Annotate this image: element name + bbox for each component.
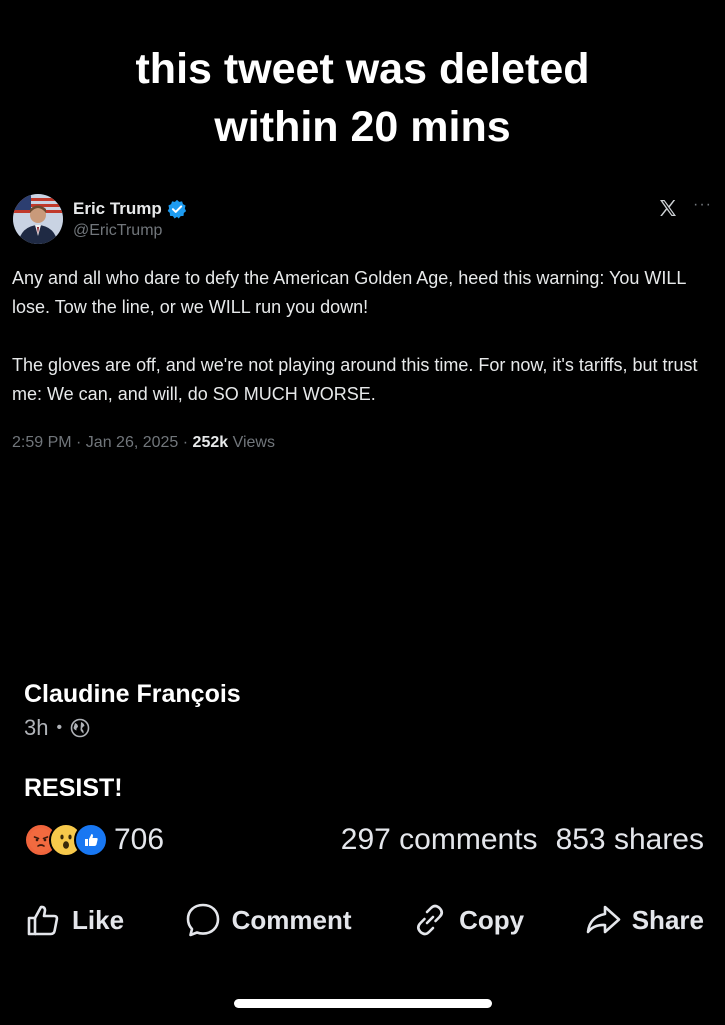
tweet-views-count: 252k bbox=[192, 434, 229, 451]
post-time[interactable]: 3h bbox=[24, 715, 48, 741]
caption-line-2: within 20 mins bbox=[214, 103, 511, 151]
comments-count[interactable]: 297 comments bbox=[341, 823, 538, 857]
tweet-paragraph-2: The gloves are off, and we're not playin… bbox=[12, 355, 698, 404]
thumbs-up-icon bbox=[27, 905, 59, 936]
like-label: Like bbox=[72, 904, 125, 935]
tweet-name-row: Eric Trump bbox=[73, 198, 187, 220]
comment-label: Comment bbox=[231, 904, 352, 935]
tweet-header: Eric Trump @EricTrump ··· bbox=[12, 192, 712, 250]
video-caption: this tweet was deleted within 20 mins bbox=[0, 40, 725, 156]
like-reaction-icon bbox=[74, 823, 108, 857]
tweet-timestamp: 2:59 PM · Jan 26, 2025 · bbox=[12, 434, 193, 451]
tweet-body: Any and all who dare to defy the America… bbox=[12, 264, 712, 409]
home-indicator[interactable] bbox=[234, 999, 492, 1008]
comment-bubble-icon bbox=[186, 903, 219, 937]
share-label: Share bbox=[631, 904, 704, 935]
tweet-handle: @EricTrump bbox=[73, 222, 163, 239]
avatar bbox=[13, 194, 63, 244]
globe-icon bbox=[70, 718, 90, 738]
tweet-author-name: Eric Trump bbox=[73, 199, 162, 218]
tweet-views-label: Views bbox=[228, 434, 275, 451]
like-button[interactable]: Like bbox=[24, 901, 124, 939]
caption-line-1: this tweet was deleted bbox=[135, 45, 590, 93]
share-button[interactable]: Share bbox=[584, 901, 704, 939]
facebook-post: Claudine François 3h • RESIST! 706 297 c… bbox=[24, 676, 704, 937]
tweet-paragraph-1: Any and all who dare to defy the America… bbox=[12, 268, 686, 317]
shares-count[interactable]: 853 shares bbox=[556, 823, 704, 857]
copy-button[interactable]: Copy bbox=[411, 901, 524, 939]
post-meta-dot: • bbox=[56, 719, 63, 736]
engagement-counts: 297 comments 853 shares bbox=[341, 823, 704, 857]
reaction-count: 706 bbox=[114, 823, 165, 856]
post-meta: 3h • bbox=[24, 714, 704, 742]
comment-button[interactable]: Comment bbox=[184, 901, 352, 939]
tweet-screenshot: Eric Trump @EricTrump ··· Any and all wh… bbox=[12, 192, 712, 452]
post-text: RESIST! bbox=[24, 774, 123, 802]
more-options-icon: ··· bbox=[693, 196, 712, 213]
post-action-bar: Like Comment Copy Share bbox=[24, 901, 704, 939]
copy-label: Copy bbox=[459, 904, 525, 935]
post-author-name[interactable]: Claudine François bbox=[24, 676, 704, 712]
post-stats: 706 297 comments 853 shares bbox=[24, 820, 704, 860]
verified-badge-icon bbox=[167, 199, 186, 219]
reaction-summary[interactable]: 706 bbox=[24, 822, 164, 858]
link-icon bbox=[417, 904, 444, 936]
share-arrow-icon bbox=[586, 905, 621, 934]
tweet-meta: 2:59 PM · Jan 26, 2025 · 252k Views bbox=[12, 434, 712, 452]
x-logo-icon bbox=[660, 200, 676, 216]
